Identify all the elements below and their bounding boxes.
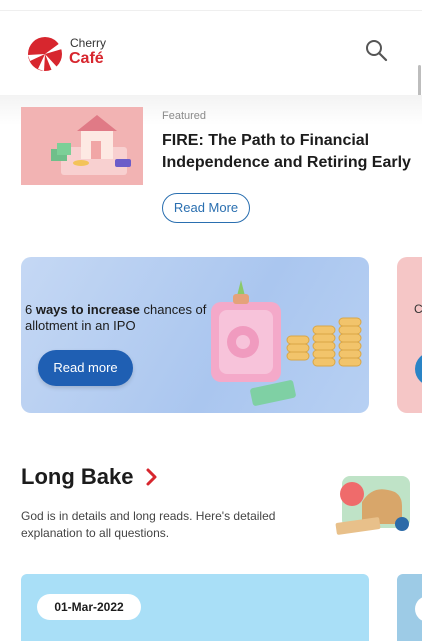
safe-coins-illustration-icon xyxy=(211,280,362,406)
house-illustration-icon xyxy=(21,107,143,185)
brand-logo[interactable]: Cherry Café xyxy=(26,35,126,75)
featured-title[interactable]: FIRE: The Path to Financial Independence… xyxy=(162,130,412,174)
featured-read-more-button[interactable]: Read More xyxy=(162,193,250,223)
carousel-read-more-button[interactable]: Read more xyxy=(38,350,133,386)
featured-label: Featured xyxy=(162,110,207,122)
carousel-card-next[interactable]: C K xyxy=(397,257,422,413)
featured-thumbnail[interactable] xyxy=(21,107,143,185)
carousel-card-ipo[interactable]: 6 ways to increase chances of allotment … xyxy=(21,257,369,413)
carousel-text-bold: ways to increase xyxy=(35,302,140,317)
carousel-card-text: 6 ways to increase chances of allotment … xyxy=(25,302,230,334)
carousel-next-button[interactable] xyxy=(415,352,422,386)
article-next-date-badge xyxy=(415,596,422,622)
article-card-next[interactable] xyxy=(397,574,422,641)
article-date-badge: 01-Mar-2022 xyxy=(37,594,141,620)
carousel-next-text: C K xyxy=(414,302,422,316)
bread-illustration-icon xyxy=(335,476,410,535)
app-screen: Cherry Café Featured FIRE: The Path to F… xyxy=(0,0,422,641)
search-button[interactable] xyxy=(362,36,392,66)
article-card[interactable]: 01-Mar-2022 xyxy=(21,574,369,641)
chevron-right-icon[interactable] xyxy=(144,466,160,488)
long-bake-description: God is in details and long reads. Here's… xyxy=(21,509,276,540)
carousel-text-prefix: 6 xyxy=(25,302,36,317)
top-divider xyxy=(0,10,422,11)
brand-name-bottom: Café xyxy=(69,50,104,67)
brand-name-top: Cherry xyxy=(70,36,107,50)
long-bake-title[interactable]: Long Bake xyxy=(21,464,133,490)
search-icon xyxy=(366,40,388,62)
app-header: Cherry Café xyxy=(0,0,422,90)
cherry-logo-icon xyxy=(28,37,62,71)
